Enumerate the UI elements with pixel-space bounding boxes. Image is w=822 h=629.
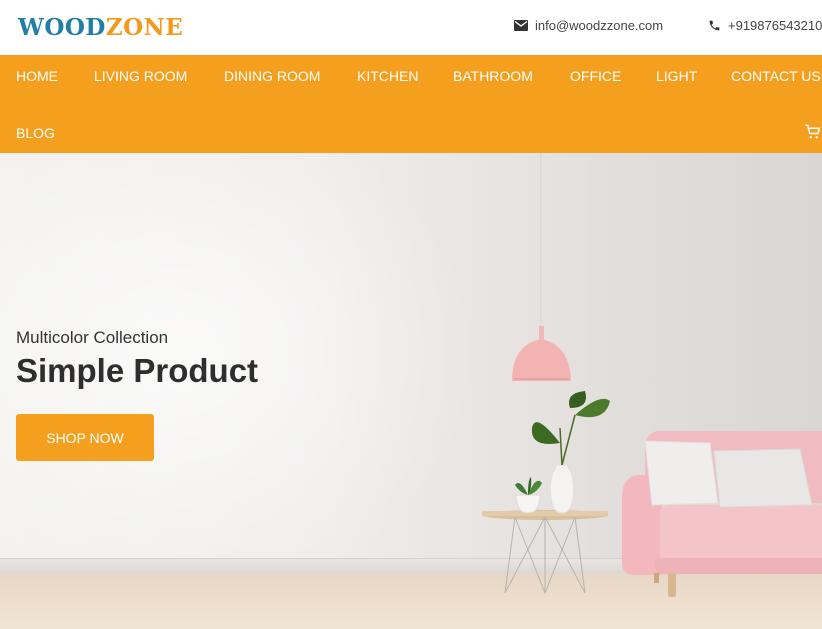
nav-bathroom[interactable]: BATHROOM (453, 68, 533, 84)
phone-text: +919876543210 (728, 18, 822, 33)
pendant-lamp-icon (512, 153, 571, 381)
shop-now-button[interactable]: SHOP NOW (16, 414, 154, 461)
nav-blog[interactable]: BLOG (16, 125, 55, 141)
logo-text-wood: WOOD (18, 14, 106, 41)
phone-icon (709, 20, 720, 31)
side-table-icon (482, 510, 608, 595)
logo-text-zone: ZONE (105, 14, 184, 41)
envelope-icon (514, 20, 528, 31)
hero-title: Simple Product (16, 352, 259, 389)
top-header: WOODZONE info@woodzzone.com +91987654321… (0, 0, 822, 55)
email-text: info@woodzzone.com (535, 18, 664, 33)
main-navigation: HOME LIVING ROOM DINING ROOM KITCHEN BAT… (0, 55, 822, 153)
nav-kitchen[interactable]: KITCHEN (357, 68, 418, 84)
hero-subtitle: Multicolor Collection (16, 328, 169, 347)
cart-button[interactable] (804, 123, 822, 146)
small-plant-icon (515, 477, 542, 514)
nav-dining-room[interactable]: DINING ROOM (224, 68, 320, 84)
nav-light[interactable]: LIGHT (656, 68, 697, 84)
cart-icon (805, 124, 821, 139)
site-logo[interactable]: WOODZONE (18, 14, 183, 41)
hero-scene-illustration (482, 153, 822, 597)
nav-office[interactable]: OFFICE (570, 68, 621, 84)
nav-contact-us[interactable]: CONTACT US (731, 68, 821, 84)
pink-sofa-icon (622, 431, 822, 597)
hero-banner: Multicolor Collection Simple Product SHO… (0, 153, 822, 629)
nav-home[interactable]: HOME (16, 68, 58, 84)
contact-email[interactable]: info@woodzzone.com (514, 18, 663, 33)
contact-phone[interactable]: +919876543210 (708, 18, 822, 33)
vase-plant-icon (531, 391, 610, 514)
nav-living-room[interactable]: LIVING ROOM (94, 68, 187, 84)
